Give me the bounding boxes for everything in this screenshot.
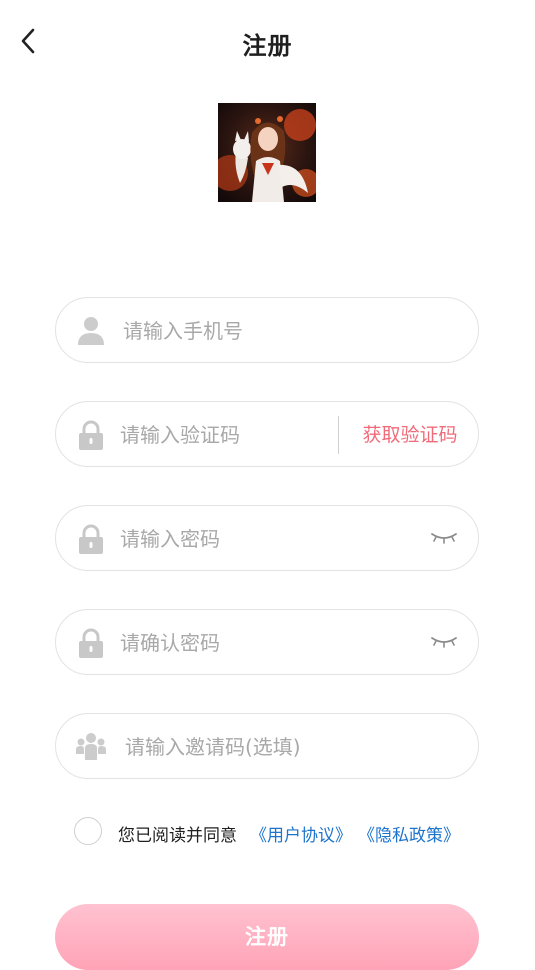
invite-code-field[interactable] — [55, 713, 479, 779]
phone-field[interactable] — [55, 297, 479, 363]
avatar — [218, 103, 316, 202]
user-icon — [78, 317, 104, 345]
code-input[interactable] — [118, 412, 332, 458]
confirm-password-field[interactable] — [55, 609, 479, 675]
divider — [338, 416, 339, 454]
user-agreement-link[interactable]: 《用户协议》 — [250, 821, 352, 846]
header: 注册 — [0, 0, 535, 84]
password-input[interactable] — [118, 516, 332, 562]
lock-icon — [79, 628, 103, 658]
invite-code-input[interactable] — [123, 724, 387, 770]
phone-input[interactable] — [121, 308, 335, 354]
agree-checkbox[interactable] — [74, 817, 102, 845]
lock-icon — [79, 524, 103, 554]
eye-closed-icon[interactable] — [430, 530, 458, 546]
confirm-password-input[interactable] — [118, 620, 332, 666]
code-field[interactable]: 获取验证码 — [55, 401, 479, 467]
page-title: 注册 — [242, 32, 293, 60]
group-icon — [76, 733, 106, 760]
lock-icon — [79, 420, 103, 450]
register-button[interactable]: 注册 — [55, 904, 479, 970]
privacy-policy-link[interactable]: 《隐私政策》 — [358, 821, 460, 846]
eye-closed-icon[interactable] — [430, 634, 458, 650]
agreement-text: 您已阅读并同意 — [118, 826, 237, 846]
get-code-button[interactable]: 获取验证码 — [354, 420, 466, 450]
agreement-row: 您已阅读并同意 《用户协议》 《隐私政策》 — [74, 817, 494, 847]
password-field[interactable] — [55, 505, 479, 571]
